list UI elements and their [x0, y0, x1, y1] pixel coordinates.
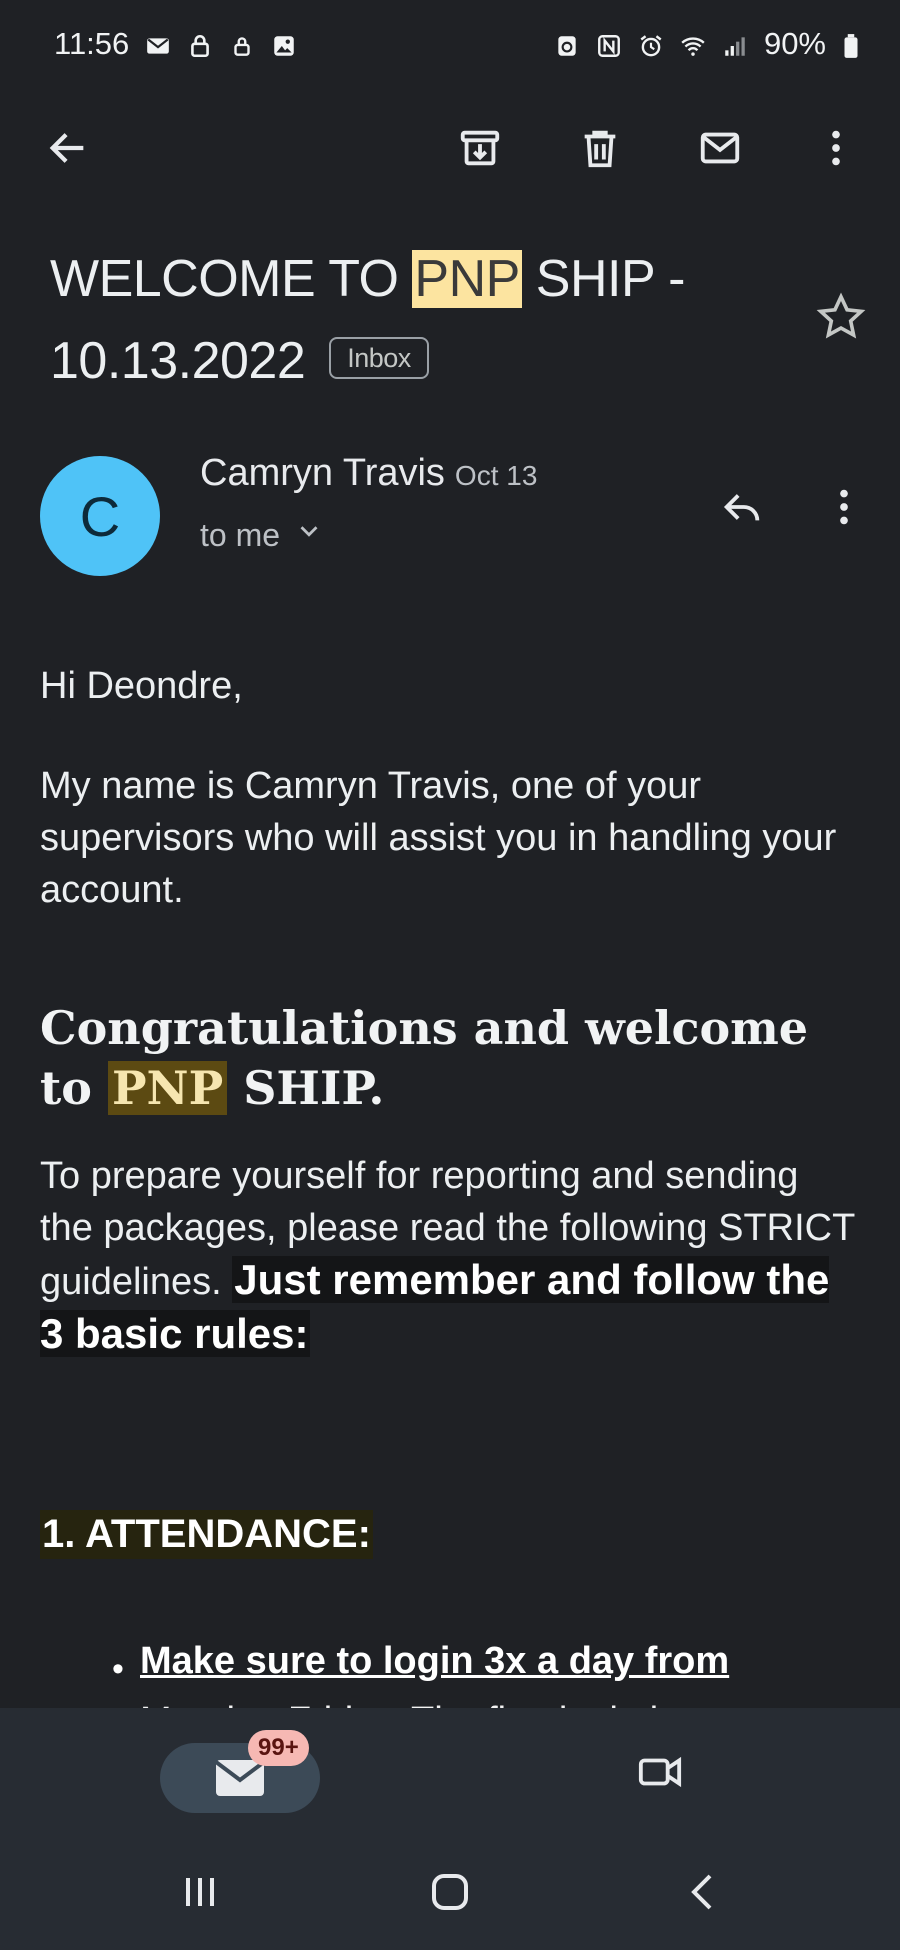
mark-unread-icon[interactable] — [688, 116, 752, 180]
message-more-icon[interactable] — [812, 475, 876, 539]
chevron-down-icon — [294, 516, 324, 554]
battery-icon — [842, 31, 860, 58]
sender-avatar[interactable]: C — [40, 456, 160, 576]
system-navigation-bar — [0, 1838, 900, 1950]
lock-small-icon — [229, 31, 255, 57]
intro-paragraph: My name is Camryn Travis, one of your su… — [40, 765, 837, 911]
wifi-icon — [680, 31, 706, 57]
email-subject: WELCOME TO PNP SHIP - 10.13.2022 Inbox — [50, 238, 810, 402]
sender-name: Camryn Travis — [200, 452, 445, 494]
greeting: Hi Deondre, — [40, 665, 243, 707]
star-icon[interactable] — [814, 290, 868, 344]
delete-icon[interactable] — [568, 116, 632, 180]
email-toolbar — [0, 100, 900, 196]
subject-date: 10.13.2022 — [50, 332, 306, 390]
congrats-highlight: PNP — [107, 1061, 228, 1115]
image-icon — [271, 31, 297, 57]
nfc-icon — [596, 31, 622, 57]
bullet-dot: • — [112, 1650, 124, 1688]
unread-badge: 99+ — [248, 1730, 309, 1766]
mail-notification-icon — [145, 31, 171, 57]
recipient-details-toggle[interactable]: to me — [200, 516, 324, 554]
back-arrow-icon[interactable] — [36, 116, 100, 180]
sender-line[interactable]: Camryn Travis Oct 13 — [200, 452, 537, 495]
video-icon[interactable] — [628, 1740, 692, 1804]
signal-icon — [722, 31, 748, 57]
subject-text: WELCOME TO — [50, 250, 413, 308]
recipient-text: to me — [200, 516, 281, 553]
battery-percent: 90% — [763, 26, 826, 61]
subject-text-rest: SHIP - — [521, 250, 686, 308]
more-vert-icon[interactable] — [804, 116, 868, 180]
lock-icon — [187, 31, 213, 58]
archive-icon[interactable] — [448, 116, 512, 180]
sent-date: Oct 13 — [454, 460, 538, 491]
back-icon[interactable] — [674, 1862, 734, 1922]
status-bar: 11:56 90% — [0, 0, 900, 88]
inbox-label-chip[interactable]: Inbox — [329, 337, 429, 380]
subject-highlight: PNP — [412, 250, 522, 308]
recent-apps-icon[interactable] — [170, 1862, 230, 1922]
congrats-heading: Congratulations and welcome to PNP SHIP. — [40, 998, 860, 1118]
section-heading: 1. ATTENDANCE: — [40, 1510, 373, 1559]
bottom-navigation: 99+ — [0, 1708, 900, 1838]
recycle-icon — [554, 31, 580, 57]
bullet-text: Make sure to login 3x a day from — [140, 1640, 730, 1682]
guidelines-paragraph: To prepare yourself for reporting and se… — [40, 1150, 860, 1362]
home-icon[interactable] — [420, 1862, 480, 1922]
reply-icon[interactable] — [710, 475, 774, 539]
congrats-text-rest: SHIP. — [227, 1061, 385, 1115]
status-time: 11:56 — [54, 26, 130, 61]
alarm-icon — [638, 31, 664, 57]
